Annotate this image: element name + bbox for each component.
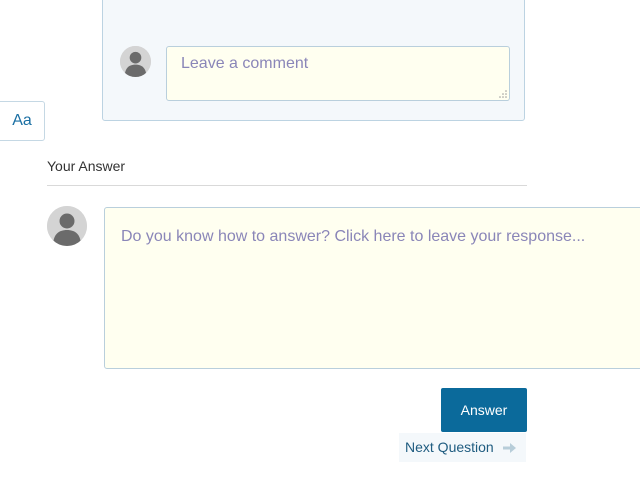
comment-placeholder: Leave a comment xyxy=(181,55,309,72)
arrow-right-icon xyxy=(503,443,516,453)
font-size-toggle-button[interactable]: Aa xyxy=(0,101,45,141)
answer-textarea[interactable]: Do you know how to answer? Click here to… xyxy=(104,207,640,369)
answer-page: Leave a comment Aa Your Answer Do you kn… xyxy=(0,0,640,498)
comment-panel: Leave a comment xyxy=(102,0,525,121)
user-silhouette-icon xyxy=(120,46,151,77)
answer-divider xyxy=(47,185,527,186)
user-silhouette-icon xyxy=(47,206,87,246)
next-question-label: Next Question xyxy=(405,439,494,455)
comment-input[interactable]: Leave a comment xyxy=(166,46,510,101)
next-question-link[interactable]: Next Question xyxy=(399,433,526,462)
resize-grip-icon[interactable] xyxy=(499,90,507,98)
answer-placeholder: Do you know how to answer? Click here to… xyxy=(121,228,586,245)
answerer-avatar xyxy=(47,206,87,246)
answer-submit-button[interactable]: Answer xyxy=(441,388,527,432)
your-answer-heading: Your Answer xyxy=(47,158,126,174)
commenter-avatar xyxy=(120,46,151,77)
